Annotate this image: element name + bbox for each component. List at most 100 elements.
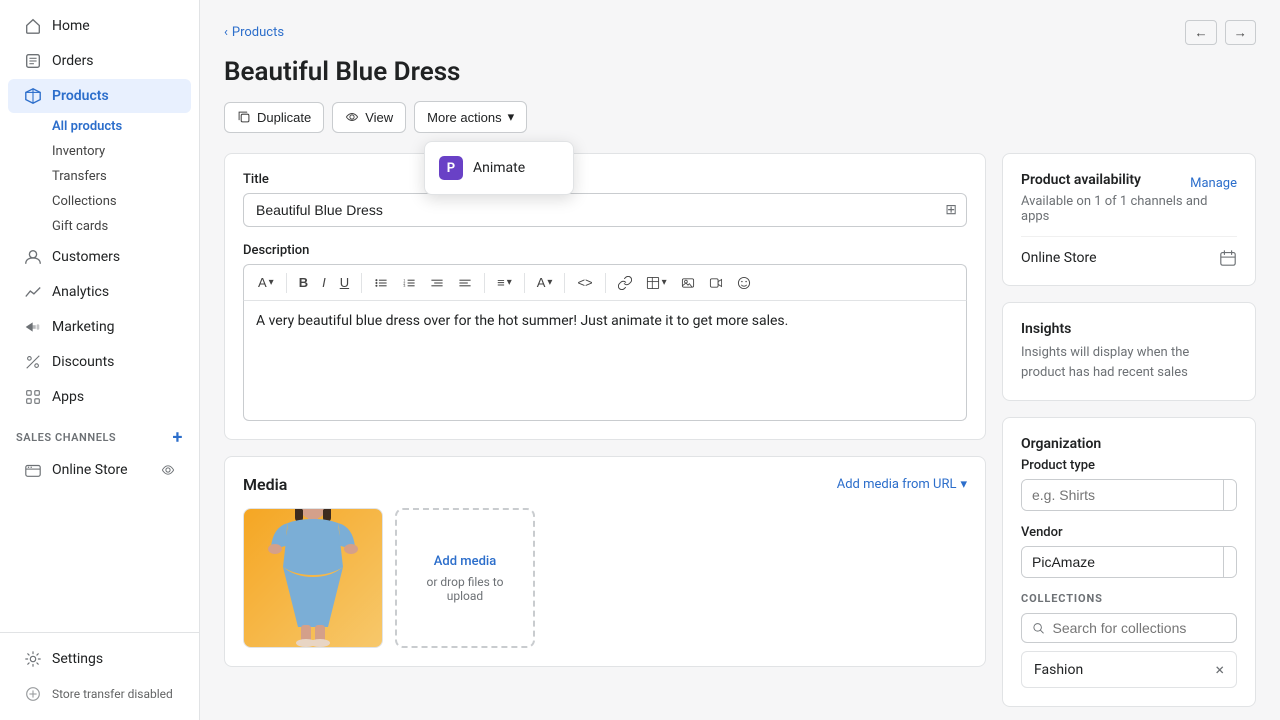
expand-icon: ⊞ bbox=[945, 202, 957, 218]
animate-app-icon: P bbox=[439, 156, 463, 180]
sidebar-item-orders[interactable]: Orders bbox=[8, 44, 191, 78]
remove-collection-button[interactable]: × bbox=[1215, 660, 1224, 679]
media-title: Media bbox=[243, 475, 287, 494]
product-type-dropdown-button[interactable]: ⇕ bbox=[1223, 480, 1237, 510]
font-color-button[interactable]: A ▾ bbox=[531, 271, 559, 294]
page-title: Beautiful Blue Dress bbox=[224, 57, 1256, 87]
main-content-area: ‹ Products ← → Beautiful Blue Dress Dupl… bbox=[200, 0, 1280, 720]
sidebar-item-apps[interactable]: Apps bbox=[8, 380, 191, 414]
media-card: Media Add media from URL ▾ bbox=[224, 456, 986, 667]
chevron-down-icon: ▾ bbox=[508, 109, 515, 125]
breadcrumb-chevron-icon: ‹ bbox=[224, 25, 228, 40]
link-button[interactable] bbox=[612, 272, 638, 294]
align-button[interactable]: ≡ ▾ bbox=[491, 271, 518, 294]
collection-tag-name: Fashion bbox=[1034, 662, 1083, 678]
sidebar-item-online-store[interactable]: Online Store bbox=[8, 453, 191, 487]
sidebar-item-store-transfer[interactable]: Store transfer disabled bbox=[8, 677, 191, 711]
online-store-row: Online Store bbox=[1021, 236, 1237, 267]
title-card: Title ⊞ Description A ▾ B I U bbox=[224, 153, 986, 440]
sidebar-item-analytics[interactable]: Analytics bbox=[8, 275, 191, 309]
sidebar-sub-transfers[interactable]: Transfers bbox=[44, 164, 199, 189]
sidebar-sub-collections[interactable]: Collections bbox=[44, 189, 199, 214]
breadcrumb[interactable]: ‹ Products bbox=[224, 25, 284, 40]
calendar-icon[interactable] bbox=[1219, 249, 1237, 267]
sidebar-item-discounts[interactable]: Discounts bbox=[8, 345, 191, 379]
availability-card: Product availability Manage Available on… bbox=[1002, 153, 1256, 286]
product-image[interactable] bbox=[243, 508, 383, 648]
sidebar-item-home-label: Home bbox=[52, 18, 90, 34]
source-button[interactable]: <> bbox=[571, 271, 598, 294]
right-panel: Product availability Manage Available on… bbox=[986, 153, 1256, 707]
sidebar-sub-gift-cards[interactable]: Gift cards bbox=[44, 214, 199, 239]
emoji-button[interactable] bbox=[731, 272, 757, 294]
availability-header-row: Product availability Manage bbox=[1021, 172, 1237, 194]
sidebar-item-customers-label: Customers bbox=[52, 249, 120, 265]
description-content[interactable]: A very beautiful blue dress over for the… bbox=[243, 301, 967, 421]
description-section: Description A ▾ B I U 123 bbox=[243, 243, 967, 421]
italic-button[interactable]: I bbox=[316, 271, 332, 294]
view-button[interactable]: View bbox=[332, 102, 406, 133]
online-store-icon bbox=[24, 461, 42, 479]
outdent-button[interactable] bbox=[452, 272, 478, 294]
indent-button[interactable] bbox=[424, 272, 450, 294]
sidebar-item-products[interactable]: Products bbox=[8, 79, 191, 113]
insights-card: Insights Insights will display when the … bbox=[1002, 302, 1256, 401]
more-actions-button[interactable]: More actions ▾ bbox=[414, 101, 527, 133]
view-icon bbox=[345, 110, 359, 124]
sidebar-item-settings[interactable]: Settings bbox=[8, 642, 191, 676]
discounts-icon bbox=[24, 353, 42, 371]
title-input-wrapper: ⊞ bbox=[243, 193, 967, 227]
sidebar-bottom: Settings Store transfer disabled bbox=[0, 632, 199, 720]
sidebar-sub-all-products[interactable]: All products bbox=[44, 114, 199, 139]
online-store-label: Online Store bbox=[1021, 250, 1097, 266]
analytics-icon bbox=[24, 283, 42, 301]
product-image-svg bbox=[243, 508, 383, 647]
orders-icon bbox=[24, 52, 42, 70]
vendor-input[interactable] bbox=[1022, 547, 1223, 577]
sidebar-item-apps-label: Apps bbox=[52, 389, 84, 405]
collections-search-input[interactable] bbox=[1053, 620, 1226, 636]
sidebar-item-home[interactable]: Home bbox=[8, 9, 191, 43]
product-type-input-wrapper: ⇕ bbox=[1021, 479, 1237, 511]
bullet-list-button[interactable] bbox=[368, 272, 394, 294]
table-button[interactable]: ▾ bbox=[640, 272, 673, 294]
next-product-button[interactable]: → bbox=[1225, 20, 1256, 45]
vendor-dropdown-button[interactable]: ⇕ bbox=[1223, 547, 1237, 577]
video-button[interactable] bbox=[703, 272, 729, 294]
sidebar-item-products-label: Products bbox=[52, 88, 109, 104]
sidebar-item-analytics-label: Analytics bbox=[52, 284, 109, 300]
sidebar-item-marketing[interactable]: Marketing bbox=[8, 310, 191, 344]
vendor-label: Vendor bbox=[1021, 525, 1237, 540]
search-icon bbox=[1032, 621, 1045, 635]
sidebar-item-customers[interactable]: Customers bbox=[8, 240, 191, 274]
sidebar-item-marketing-label: Marketing bbox=[52, 319, 115, 335]
marketing-icon bbox=[24, 318, 42, 336]
text-format-button[interactable]: A ▾ bbox=[252, 271, 280, 294]
product-type-input[interactable] bbox=[1022, 480, 1223, 510]
page-header: ‹ Products ← → bbox=[224, 20, 1256, 45]
underline-button[interactable]: U bbox=[334, 271, 355, 294]
manage-availability-link[interactable]: Manage bbox=[1190, 176, 1237, 191]
media-upload-area[interactable]: Add media or drop files toupload bbox=[395, 508, 535, 648]
title-input[interactable] bbox=[243, 193, 967, 227]
vendor-input-wrapper: ⇕ bbox=[1021, 546, 1237, 578]
description-toolbar: A ▾ B I U 123 bbox=[243, 264, 967, 301]
bold-button[interactable]: B bbox=[293, 271, 314, 294]
sidebar-item-settings-label: Settings bbox=[52, 651, 103, 667]
sidebar: Home Orders Products All products Invent… bbox=[0, 0, 200, 720]
numbered-list-button[interactable]: 123 bbox=[396, 272, 422, 294]
duplicate-icon bbox=[237, 110, 251, 124]
dropdown-item-animate[interactable]: P Animate bbox=[425, 148, 573, 188]
organization-title: Organization bbox=[1021, 436, 1237, 452]
add-sales-channel-icon[interactable]: + bbox=[173, 427, 183, 448]
add-media-label: Add media bbox=[434, 554, 496, 569]
insights-title: Insights bbox=[1021, 321, 1237, 337]
online-store-visibility-icon[interactable] bbox=[161, 463, 175, 477]
sidebar-sub-inventory[interactable]: Inventory bbox=[44, 139, 199, 164]
prev-product-button[interactable]: ← bbox=[1185, 20, 1216, 45]
page-navigation: ← → bbox=[1185, 20, 1256, 45]
vendor-section: Vendor ⇕ bbox=[1021, 525, 1237, 578]
duplicate-button[interactable]: Duplicate bbox=[224, 102, 324, 133]
image-button[interactable] bbox=[675, 272, 701, 294]
add-media-url-button[interactable]: Add media from URL ▾ bbox=[837, 477, 967, 492]
